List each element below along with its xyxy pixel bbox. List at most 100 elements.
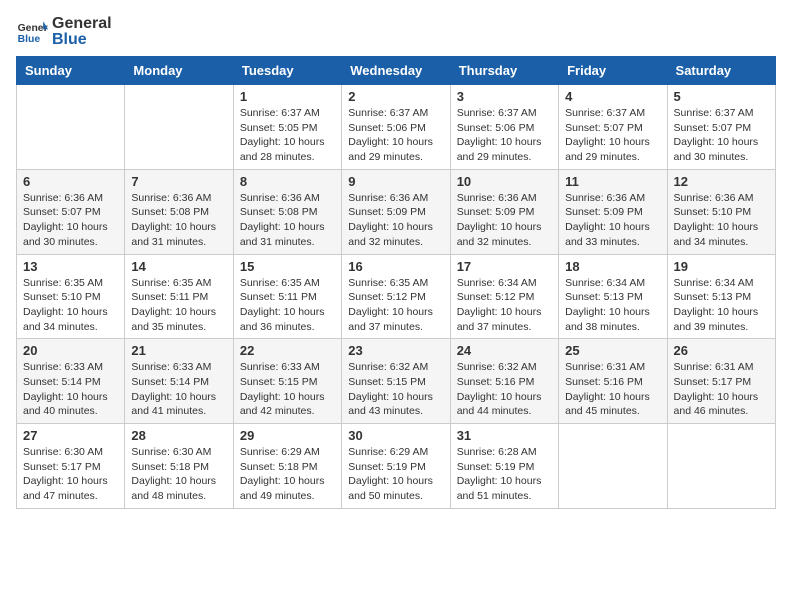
calendar-cell: 1 Sunrise: 6:37 AM Sunset: 5:05 PM Daylig… (233, 85, 341, 170)
day-number: 17 (457, 259, 552, 274)
calendar-cell: 15Sunrise: 6:35 AM Sunset: 5:11 PM Dayli… (233, 254, 341, 339)
day-of-week-header: Saturday (667, 57, 775, 85)
day-info: Sunrise: 6:33 AM Sunset: 5:14 PM Dayligh… (23, 360, 118, 419)
day-info: Sunrise: 6:36 AM Sunset: 5:09 PM Dayligh… (565, 191, 660, 250)
day-info: Sunrise: 6:28 AM Sunset: 5:19 PM Dayligh… (457, 445, 552, 504)
calendar-cell: 19 Sunrise: 6:34 AM Sunset: 5:13 PM Dayli… (667, 254, 775, 339)
calendar-cell: 17 Sunrise: 6:34 AM Sunset: 5:12 PM Dayli… (450, 254, 558, 339)
calendar-week-row: 6 Sunrise: 6:36 AM Sunset: 5:07 PM Daylig… (17, 169, 776, 254)
calendar-cell: 14 Sunrise: 6:35 AM Sunset: 5:11 PM Dayli… (125, 254, 233, 339)
day-of-week-header: Monday (125, 57, 233, 85)
calendar-cell: 26 Sunrise: 6:31 AM Sunset: 5:17 PM Dayli… (667, 339, 775, 424)
day-number: 30 (348, 428, 443, 443)
calendar-cell: 20 Sunrise: 6:33 AM Sunset: 5:14 PM Dayli… (17, 339, 125, 424)
day-number: 8 (240, 174, 335, 189)
day-number: 19 (674, 259, 769, 274)
day-info: Sunrise: 6:36 AM Sunset: 5:10 PM Dayligh… (674, 191, 769, 250)
day-number: 20 (23, 343, 118, 358)
calendar-cell (559, 424, 667, 509)
day-info: Sunrise: 6:30 AM Sunset: 5:17 PM Dayligh… (23, 445, 118, 504)
day-number: 6 (23, 174, 118, 189)
calendar-cell (667, 424, 775, 509)
day-info: Sunrise: 6:33 AM Sunset: 5:15 PM Dayligh… (240, 360, 335, 419)
logo-blue-text: Blue (52, 31, 87, 48)
day-of-week-header: Thursday (450, 57, 558, 85)
calendar-cell: 12 Sunrise: 6:36 AM Sunset: 5:10 PM Dayli… (667, 169, 775, 254)
calendar-cell: 11 Sunrise: 6:36 AM Sunset: 5:09 PM Dayli… (559, 169, 667, 254)
day-info: Sunrise: 6:32 AM Sunset: 5:16 PM Dayligh… (457, 360, 552, 419)
day-info: Sunrise: 6:36 AM Sunset: 5:07 PM Dayligh… (23, 191, 118, 250)
day-number: 4 (565, 89, 660, 104)
day-number: 24 (457, 343, 552, 358)
calendar-cell: 3 Sunrise: 6:37 AM Sunset: 5:06 PM Daylig… (450, 85, 558, 170)
calendar-cell: 9Sunrise: 6:36 AM Sunset: 5:09 PM Daylig… (342, 169, 450, 254)
day-number: 26 (674, 343, 769, 358)
day-number: 7 (131, 174, 226, 189)
logo-general-text: General (52, 15, 112, 32)
day-number: 25 (565, 343, 660, 358)
day-info: Sunrise: 6:29 AM Sunset: 5:19 PM Dayligh… (348, 445, 443, 504)
day-info: Sunrise: 6:36 AM Sunset: 5:08 PM Dayligh… (240, 191, 335, 250)
day-info: Sunrise: 6:36 AM Sunset: 5:09 PM Dayligh… (457, 191, 552, 250)
day-info: Sunrise: 6:34 AM Sunset: 5:13 PM Dayligh… (565, 276, 660, 335)
calendar-cell: 23 Sunrise: 6:32 AM Sunset: 5:15 PM Dayli… (342, 339, 450, 424)
calendar-cell (125, 85, 233, 170)
calendar-cell: 2 Sunrise: 6:37 AM Sunset: 5:06 PM Daylig… (342, 85, 450, 170)
day-info: Sunrise: 6:34 AM Sunset: 5:13 PM Dayligh… (674, 276, 769, 335)
calendar-cell: 18Sunrise: 6:34 AM Sunset: 5:13 PM Dayli… (559, 254, 667, 339)
day-number: 10 (457, 174, 552, 189)
day-number: 11 (565, 174, 660, 189)
logo: General Blue General Blue (16, 16, 112, 48)
day-number: 27 (23, 428, 118, 443)
calendar-cell: 13Sunrise: 6:35 AM Sunset: 5:10 PM Dayli… (17, 254, 125, 339)
day-number: 1 (240, 89, 335, 104)
day-info: Sunrise: 6:30 AM Sunset: 5:18 PM Dayligh… (131, 445, 226, 504)
day-number: 5 (674, 89, 769, 104)
day-number: 16 (348, 259, 443, 274)
calendar-cell: 10 Sunrise: 6:36 AM Sunset: 5:09 PM Dayli… (450, 169, 558, 254)
day-number: 23 (348, 343, 443, 358)
day-info: Sunrise: 6:37 AM Sunset: 5:07 PM Dayligh… (565, 106, 660, 165)
calendar-cell: 29 Sunrise: 6:29 AM Sunset: 5:18 PM Dayli… (233, 424, 341, 509)
calendar-cell: 6 Sunrise: 6:36 AM Sunset: 5:07 PM Daylig… (17, 169, 125, 254)
calendar-cell: 4 Sunrise: 6:37 AM Sunset: 5:07 PM Daylig… (559, 85, 667, 170)
day-of-week-header: Sunday (17, 57, 125, 85)
calendar-cell: 21Sunrise: 6:33 AM Sunset: 5:14 PM Dayli… (125, 339, 233, 424)
day-number: 31 (457, 428, 552, 443)
calendar-cell: 25Sunrise: 6:31 AM Sunset: 5:16 PM Dayli… (559, 339, 667, 424)
calendar-cell: 5 Sunrise: 6:37 AM Sunset: 5:07 PM Daylig… (667, 85, 775, 170)
day-info: Sunrise: 6:35 AM Sunset: 5:11 PM Dayligh… (131, 276, 226, 335)
calendar-cell: 8 Sunrise: 6:36 AM Sunset: 5:08 PM Daylig… (233, 169, 341, 254)
day-number: 3 (457, 89, 552, 104)
day-info: Sunrise: 6:35 AM Sunset: 5:11 PM Dayligh… (240, 276, 335, 335)
day-info: Sunrise: 6:35 AM Sunset: 5:10 PM Dayligh… (23, 276, 118, 335)
calendar-cell: 16 Sunrise: 6:35 AM Sunset: 5:12 PM Dayli… (342, 254, 450, 339)
calendar-cell (17, 85, 125, 170)
day-number: 21 (131, 343, 226, 358)
day-info: Sunrise: 6:31 AM Sunset: 5:17 PM Dayligh… (674, 360, 769, 419)
calendar-header-row: SundayMondayTuesdayWednesdayThursdayFrid… (17, 57, 776, 85)
calendar-week-row: 1 Sunrise: 6:37 AM Sunset: 5:05 PM Daylig… (17, 85, 776, 170)
calendar-cell: 24 Sunrise: 6:32 AM Sunset: 5:16 PM Dayli… (450, 339, 558, 424)
day-number: 12 (674, 174, 769, 189)
day-number: 29 (240, 428, 335, 443)
calendar-cell: 31 Sunrise: 6:28 AM Sunset: 5:19 PM Dayli… (450, 424, 558, 509)
calendar-week-row: 20 Sunrise: 6:33 AM Sunset: 5:14 PM Dayli… (17, 339, 776, 424)
day-of-week-header: Friday (559, 57, 667, 85)
day-info: Sunrise: 6:37 AM Sunset: 5:06 PM Dayligh… (457, 106, 552, 165)
day-info: Sunrise: 6:35 AM Sunset: 5:12 PM Dayligh… (348, 276, 443, 335)
day-number: 14 (131, 259, 226, 274)
calendar-cell: 22 Sunrise: 6:33 AM Sunset: 5:15 PM Dayli… (233, 339, 341, 424)
day-info: Sunrise: 6:37 AM Sunset: 5:05 PM Dayligh… (240, 106, 335, 165)
day-info: Sunrise: 6:34 AM Sunset: 5:12 PM Dayligh… (457, 276, 552, 335)
day-info: Sunrise: 6:37 AM Sunset: 5:07 PM Dayligh… (674, 106, 769, 165)
day-of-week-header: Tuesday (233, 57, 341, 85)
day-info: Sunrise: 6:32 AM Sunset: 5:15 PM Dayligh… (348, 360, 443, 419)
calendar-cell: 30 Sunrise: 6:29 AM Sunset: 5:19 PM Dayli… (342, 424, 450, 509)
day-number: 22 (240, 343, 335, 358)
day-of-week-header: Wednesday (342, 57, 450, 85)
day-info: Sunrise: 6:29 AM Sunset: 5:18 PM Dayligh… (240, 445, 335, 504)
svg-text:Blue: Blue (18, 34, 41, 45)
day-number: 2 (348, 89, 443, 104)
day-info: Sunrise: 6:37 AM Sunset: 5:06 PM Dayligh… (348, 106, 443, 165)
